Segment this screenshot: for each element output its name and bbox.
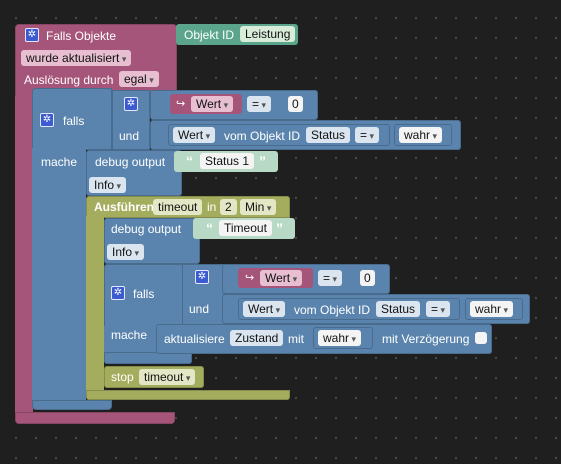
quote-open-icon: “: [206, 220, 213, 236]
debug-output-label-1: debug output: [95, 155, 166, 169]
quote-close-icon: ”: [276, 220, 283, 236]
debug-text-2[interactable]: Timeout: [219, 220, 272, 236]
trigger-title: Falls Objekte: [46, 29, 117, 43]
trigger-event-dropdown[interactable]: wurde aktualisiert: [21, 50, 132, 66]
bool-dropdown-3[interactable]: wahr: [318, 330, 362, 346]
bool-dropdown-1[interactable]: wahr: [399, 127, 443, 143]
operator-dropdown-1[interactable]: =: [247, 96, 272, 112]
timeout-value[interactable]: 2: [220, 199, 237, 215]
number-value-1[interactable]: 0: [288, 96, 303, 112]
debug-level-dropdown-2[interactable]: Info: [107, 244, 145, 260]
timeout-block-bottom: [86, 390, 290, 400]
attribute-dropdown-1[interactable]: Wert: [173, 127, 216, 143]
number-value-2[interactable]: 0: [360, 270, 375, 286]
timeout-block-side: [86, 216, 104, 392]
timeout-name[interactable]: timeout: [153, 199, 203, 215]
vom-objekt-label-2: vom Objekt ID: [294, 303, 371, 317]
operator-dropdown-2[interactable]: =: [355, 127, 380, 143]
debug-text-1[interactable]: Status 1: [200, 153, 255, 169]
timeout-in-label: in: [207, 200, 217, 214]
trigger-block-bottom: [15, 412, 175, 424]
variable-dropdown-1[interactable]: Wert: [191, 96, 234, 112]
bool-dropdown-2[interactable]: wahr: [470, 301, 514, 317]
attribute-dropdown-2[interactable]: Wert: [243, 301, 286, 317]
gear-icon[interactable]: ✲: [40, 113, 54, 127]
if-1-und-label: und: [119, 129, 140, 143]
object-id-label: Objekt ID: [184, 28, 235, 42]
triggered-by-dropdown[interactable]: egal: [119, 71, 159, 87]
stop-label: stop: [111, 370, 134, 384]
update-target[interactable]: Zustand: [230, 330, 284, 346]
variable-arrow-icon: ↪: [176, 98, 186, 110]
object-id-pill-1[interactable]: Status: [306, 127, 351, 143]
operator-dropdown-3[interactable]: =: [318, 270, 343, 286]
object-id-pill-2[interactable]: Status: [376, 301, 421, 317]
variable-arrow-icon: ↪: [245, 272, 255, 284]
gear-icon[interactable]: ✲: [111, 286, 125, 300]
quote-close-icon: ”: [259, 153, 266, 169]
operator-dropdown-4[interactable]: =: [426, 301, 451, 317]
gear-icon[interactable]: ✲: [124, 97, 138, 111]
debug-output-label-2: debug output: [111, 222, 182, 236]
update-mit-label: mit: [288, 332, 304, 346]
if-2-falls-label: falls: [133, 287, 155, 301]
trigger-block-side: [15, 96, 33, 414]
if-block-1-bottom: [32, 400, 112, 410]
if-1-falls-label: falls: [63, 114, 85, 128]
object-id-value[interactable]: Leistung: [240, 26, 296, 42]
update-delay-label: mit Verzögerung: [382, 332, 470, 346]
triggered-by-label: Auslösung durch: [24, 73, 114, 87]
timeout-unit-dropdown[interactable]: Min: [240, 199, 277, 215]
stop-timeout-dropdown[interactable]: timeout: [139, 369, 196, 385]
if-2-und-label: und: [189, 302, 210, 316]
gear-icon[interactable]: ✲: [195, 270, 209, 284]
debug-level-dropdown-1[interactable]: Info: [89, 177, 127, 193]
quote-open-icon: “: [186, 153, 193, 169]
gear-icon[interactable]: ✲: [25, 28, 39, 42]
if-1-mache-label: mache: [41, 155, 78, 169]
vom-objekt-label-1: vom Objekt ID: [224, 129, 301, 143]
update-label: aktualisiere: [164, 332, 225, 346]
delay-checkbox[interactable]: [475, 332, 487, 344]
timeout-label: Ausführen: [94, 200, 154, 214]
if-block-1-side: [32, 148, 86, 404]
if-2-mache-label: mache: [111, 328, 148, 342]
variable-dropdown-2[interactable]: Wert: [260, 270, 303, 286]
